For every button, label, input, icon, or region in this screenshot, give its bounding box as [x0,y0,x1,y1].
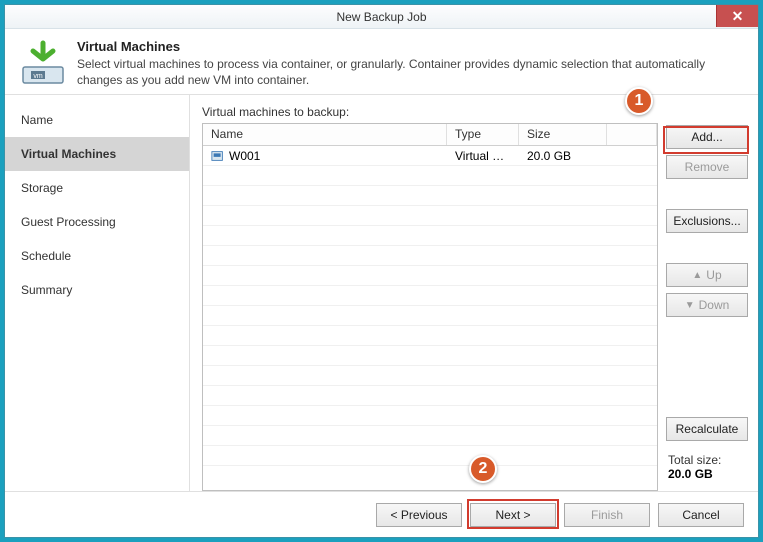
vm-backup-icon: vm [19,39,67,87]
cell-name: W001 [229,149,260,163]
arrow-up-icon: ▲ [692,270,702,281]
vm-icon [211,149,225,163]
vm-grid[interactable]: Name Type Size W001 [202,123,658,491]
vm-table-area: Virtual machines to backup: Name Type Si… [202,105,658,491]
grid-body: W001 Virtual M... 20.0 GB [203,146,657,490]
empty-row [203,366,657,386]
column-header-spacer [607,124,657,145]
column-header-name[interactable]: Name [203,124,447,145]
header: vm Virtual Machines Select virtual machi… [5,29,758,94]
sidebar-item-schedule[interactable]: Schedule [5,239,189,273]
empty-row [203,186,657,206]
close-button[interactable]: ✕ [716,5,758,27]
cancel-button[interactable]: Cancel [658,503,744,527]
callout-2: 2 [469,455,497,483]
side-button-panel: Add... Remove Exclusions... ▲ Up ▼ Down … [666,105,748,491]
vm-list-label: Virtual machines to backup: [202,105,658,119]
empty-row [203,446,657,466]
empty-row [203,246,657,266]
page-title: Virtual Machines [77,39,744,54]
empty-row [203,426,657,446]
recalculate-button[interactable]: Recalculate [666,417,748,441]
total-size: Total size: 20.0 GB [666,447,748,491]
cell-type: Virtual M... [447,149,519,163]
empty-row [203,386,657,406]
next-button[interactable]: Next > [470,503,556,527]
table-row[interactable]: W001 Virtual M... 20.0 GB [203,146,657,166]
callout-1: 1 [625,87,653,115]
sidebar-item-name[interactable]: Name [5,103,189,137]
window-title: New Backup Job [336,10,426,24]
page-description: Select virtual machines to process via c… [77,56,744,88]
total-size-label: Total size: [668,453,746,467]
empty-row [203,206,657,226]
down-button: ▼ Down [666,293,748,317]
dialog-window: New Backup Job ✕ vm Virtual Machines Sel… [4,4,759,538]
up-button: ▲ Up [666,263,748,287]
finish-button: Finish [564,503,650,527]
close-icon: ✕ [732,8,744,25]
body: Name Virtual Machines Storage Guest Proc… [5,94,758,491]
total-size-value: 20.0 GB [668,467,746,481]
arrow-down-icon: ▼ [685,300,695,311]
remove-button: Remove [666,155,748,179]
empty-row [203,286,657,306]
empty-row [203,306,657,326]
empty-row [203,326,657,346]
sidebar-item-virtual-machines[interactable]: Virtual Machines [5,137,189,171]
empty-row [203,266,657,286]
svg-text:vm: vm [33,73,43,80]
empty-row [203,406,657,426]
column-header-size[interactable]: Size [519,124,607,145]
grid-header: Name Type Size [203,124,657,146]
main-panel: Virtual machines to backup: Name Type Si… [190,95,758,491]
sidebar-item-summary[interactable]: Summary [5,273,189,307]
cell-size: 20.0 GB [519,149,607,163]
sidebar-item-storage[interactable]: Storage [5,171,189,205]
wizard-steps-sidebar: Name Virtual Machines Storage Guest Proc… [5,95,190,491]
header-text: Virtual Machines Select virtual machines… [77,39,744,88]
empty-row [203,226,657,246]
exclusions-button[interactable]: Exclusions... [666,209,748,233]
add-button[interactable]: Add... [666,125,748,149]
titlebar: New Backup Job ✕ [5,5,758,29]
empty-row [203,166,657,186]
empty-row [203,346,657,366]
wizard-footer: < Previous Next > Finish Cancel [5,491,758,537]
previous-button[interactable]: < Previous [376,503,462,527]
sidebar-item-guest-processing[interactable]: Guest Processing [5,205,189,239]
column-header-type[interactable]: Type [447,124,519,145]
